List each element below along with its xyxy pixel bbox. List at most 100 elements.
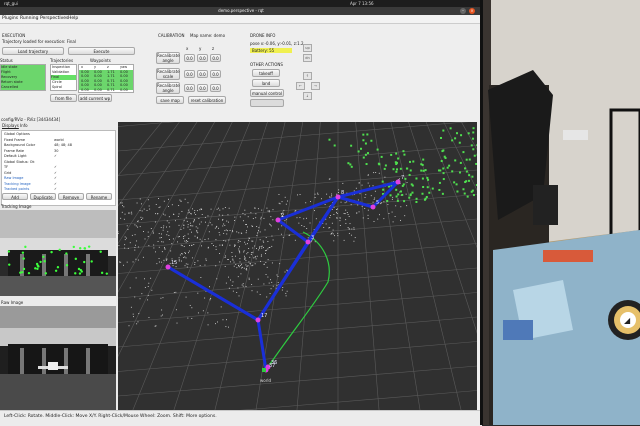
rviz-scene[interactable]: 1736371528753 world (118, 122, 477, 410)
clock[interactable]: Apr 7 13:56 (350, 0, 374, 7)
display-value: world (54, 138, 64, 143)
waypoint-cell[interactable]: 0.71 (107, 88, 119, 93)
manual-control-button[interactable]: manual control (250, 89, 284, 97)
display-row[interactable]: Global Status: Ok (4, 160, 114, 165)
display-name: Grid (4, 171, 11, 175)
window-title-bar: demo.perspective - rqt – × (0, 7, 482, 15)
keyframe-node[interactable] (166, 265, 171, 270)
display-name: Global Options (4, 132, 30, 136)
waypoint-cell[interactable]: 0.00 (94, 88, 106, 93)
calibration-field[interactable]: 0.0 (197, 70, 208, 78)
keyframe-label: 15 (171, 260, 177, 266)
close-icon[interactable]: × (469, 8, 475, 14)
keyframe-node[interactable] (256, 318, 261, 323)
jog-forward-button[interactable]: ↑ (303, 72, 312, 80)
calibration-field[interactable]: 0.0 (197, 54, 208, 62)
display-value: ✓ (54, 182, 57, 187)
world-origin-marker (262, 368, 266, 372)
recalibrate-scale-button[interactable]: Recalibrate scale (156, 68, 180, 80)
duplicate-display-button[interactable]: Duplicate (30, 193, 56, 200)
calibration-field[interactable]: 0.0 (184, 54, 195, 62)
drone-pose: pose x:-0.06, y:-0.01, z:1.2 (250, 41, 304, 46)
waypoints-table: x y z yaw 0.000.001.710.000.000.001.710.… (78, 64, 134, 93)
land-button[interactable]: land (252, 79, 280, 87)
display-row[interactable]: Frame Rate30 (4, 149, 114, 154)
remove-display-button[interactable]: Remove (58, 193, 84, 200)
keyframe-node[interactable] (371, 205, 376, 210)
keyframe-node[interactable] (396, 180, 401, 185)
floor-tile-blue (503, 320, 533, 340)
display-row[interactable]: Default Light✓ (4, 154, 114, 159)
minimize-icon[interactable]: – (460, 8, 466, 14)
from-file-button[interactable]: from file (50, 94, 77, 102)
app-label[interactable]: rqt_gui (4, 0, 18, 7)
trajectory-item[interactable]: Spiral (52, 85, 77, 90)
rename-display-button[interactable]: Rename (86, 193, 112, 200)
save-map-button[interactable]: save map (156, 96, 184, 104)
display-row[interactable]: Global Options (4, 132, 114, 137)
calibration-field[interactable]: 0.0 (210, 54, 221, 62)
recalibrate-angle-button[interactable]: Recalibrate angle (156, 52, 180, 64)
waypoints-header: Waypoints (90, 58, 111, 63)
waypoint-cell[interactable]: 0.00 (120, 88, 132, 93)
tab-info[interactable]: Info (20, 123, 28, 128)
rviz-3d-viewport[interactable]: 1736371528753 world (118, 122, 477, 410)
room-camera-view: ◢ (483, 0, 640, 425)
keyframe-node[interactable] (306, 240, 311, 245)
execute-button[interactable]: Execute (68, 47, 135, 55)
takeoff-button[interactable]: takeoff (252, 69, 280, 77)
menu-plugins[interactable]: Plugins (2, 15, 18, 23)
keyframe-label: 17 (261, 313, 267, 319)
display-name: Tracked points (4, 187, 29, 191)
jog-left-button[interactable]: ← (296, 82, 305, 90)
battery-indicator: Battery: 55 (250, 48, 292, 53)
add-current-wp-button[interactable]: add current wp (78, 94, 112, 102)
keyframe-node[interactable] (336, 195, 341, 200)
recalibrate-angle-2-button[interactable]: Recalibrate angle (156, 82, 180, 94)
display-row[interactable]: TF✓ (4, 165, 114, 170)
display-row[interactable]: Background Color 48; 48; 48 (4, 143, 114, 148)
jog-up-button[interactable]: up (303, 44, 312, 52)
display-row[interactable]: Raw Image✓ (4, 176, 114, 181)
tab-displays[interactable]: Displays (2, 123, 19, 128)
calibration-field[interactable]: 0.0 (184, 84, 195, 92)
keyframe-node[interactable] (276, 218, 281, 223)
display-value: 48; 48; 48 (54, 143, 72, 148)
tracking-image-view (0, 210, 116, 296)
display-row[interactable]: Tracking Image✓ (4, 182, 114, 187)
display-row[interactable]: Grid ✓ (4, 171, 114, 176)
display-value: 30 (54, 149, 58, 154)
waypoint-cell[interactable]: 0.00 (81, 88, 93, 93)
display-row[interactable]: Tracked points✓ (4, 187, 114, 192)
manual-control-bar (250, 99, 284, 107)
calibration-field[interactable]: 0.0 (197, 84, 208, 92)
display-row[interactable]: Fixed Frameworld (4, 138, 114, 143)
add-display-button[interactable]: Add (2, 193, 28, 200)
load-trajectory-button[interactable]: Load trajectory (2, 47, 64, 55)
reset-calibration-button[interactable]: reset calibration (188, 96, 226, 104)
plugin-area: EXECUTION Trajectory loaded for executio… (0, 24, 482, 120)
jog-down-button[interactable]: dn (303, 54, 312, 62)
menu-help[interactable]: Help (68, 15, 78, 23)
calibration-field[interactable]: 0.0 (210, 84, 221, 92)
status-item[interactable]: Cancelled (1, 85, 45, 90)
window-title: demo.perspective - rqt (0, 7, 482, 15)
trajectories-header: Trajectories (50, 58, 73, 63)
jog-right-button[interactable]: → (311, 82, 320, 90)
menu-running[interactable]: Running (20, 15, 38, 23)
display-name: Background Color (4, 143, 35, 147)
display-name: Global Status: Ok (4, 160, 35, 164)
calib-col-x: x (186, 46, 188, 51)
other-actions-header: OTHER ACTIONS (250, 62, 283, 67)
menu-perspectives[interactable]: Perspectives (40, 15, 68, 23)
calibration-field[interactable]: 0.0 (210, 70, 221, 78)
keyframe-label: 8 (341, 190, 344, 196)
keyframe-label: 37 (269, 363, 275, 369)
calibration-field[interactable]: 0.0 (184, 70, 195, 78)
svg-text:◢: ◢ (624, 316, 631, 325)
execution-loaded-text: Trajectory loaded for execution: Final (2, 39, 76, 44)
status-text: Left-Click: Rotate. Middle-Click: Move X… (4, 414, 217, 419)
display-value: ✓ (54, 171, 57, 176)
floor-marker-red (543, 250, 593, 262)
jog-back-button[interactable]: ↓ (303, 92, 312, 100)
